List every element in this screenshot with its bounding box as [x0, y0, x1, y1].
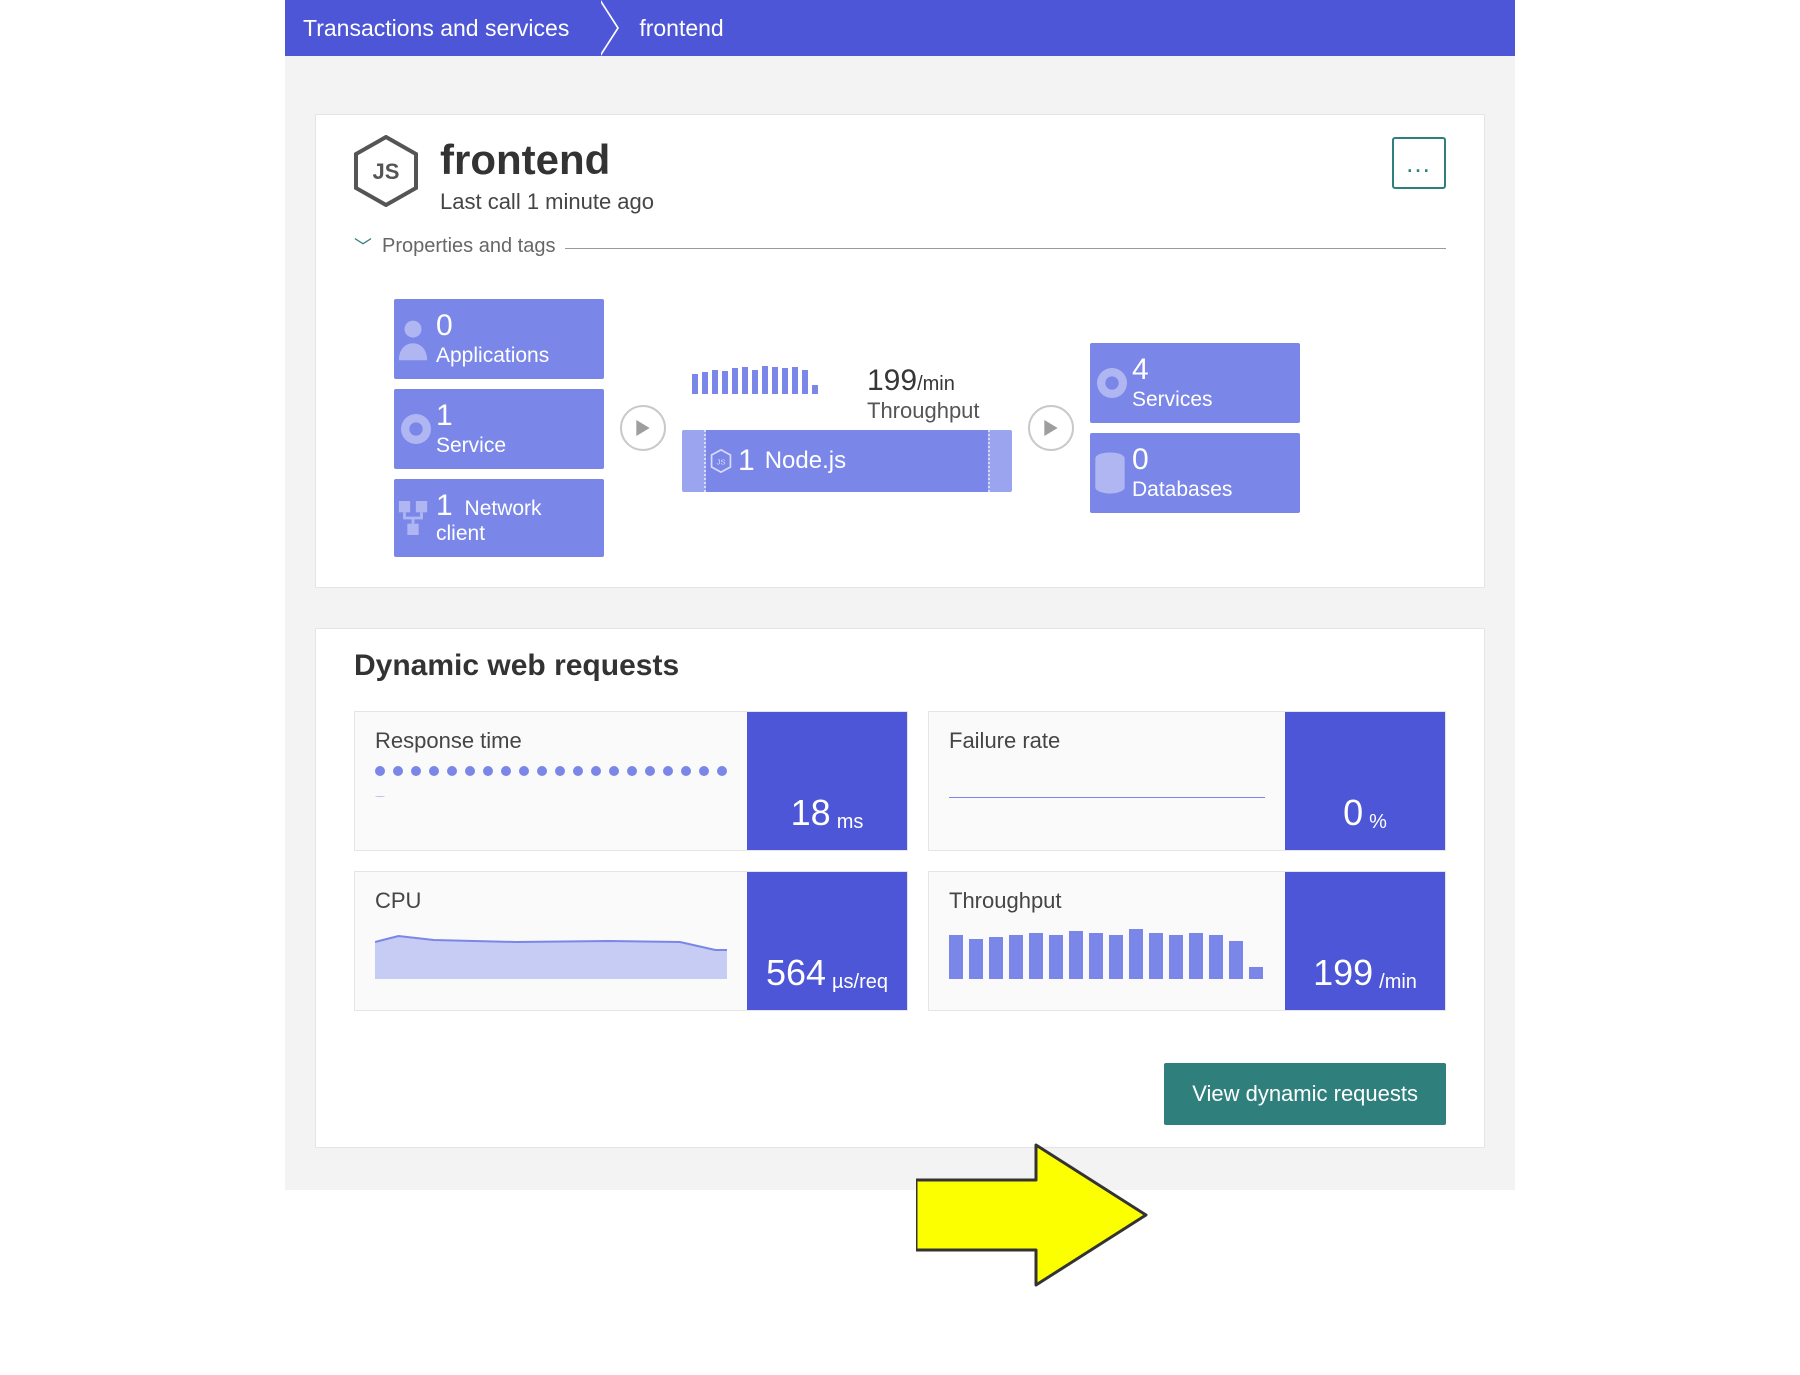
flow-count: 1: [436, 399, 588, 432]
svg-text:JS: JS: [373, 159, 400, 184]
metric-value: 18ms: [747, 712, 907, 850]
metric-card-cpu[interactable]: CPU 564µs/req: [354, 871, 908, 1011]
flow-card-service[interactable]: 1 Service: [394, 389, 604, 469]
chevron-down-icon: ﹀: [354, 233, 372, 259]
breadcrumb: Transactions and services frontend: [285, 0, 1515, 56]
flow-count: 1: [436, 489, 453, 522]
flow-node-bar[interactable]: JS 1 Node.js: [682, 430, 1012, 492]
gear-icon: [396, 409, 436, 449]
throughput-sparkline: [692, 364, 847, 394]
play-icon: [1043, 420, 1059, 436]
response-time-spark: [375, 766, 727, 826]
throughput-readout: 199/min Throughput: [867, 364, 980, 424]
flow-card-applications[interactable]: 0 Applications: [394, 299, 604, 379]
divider: [565, 248, 1446, 249]
view-dynamic-requests-button[interactable]: View dynamic requests: [1164, 1063, 1446, 1125]
more-actions-button[interactable]: …: [1392, 137, 1446, 189]
metric-value: 564µs/req: [747, 872, 907, 1010]
breadcrumb-root[interactable]: Transactions and services: [285, 0, 599, 56]
nodejs-icon: JS: [710, 449, 732, 473]
flow-count: 0: [1132, 443, 1284, 476]
metric-value: 199/min: [1285, 872, 1445, 1010]
database-icon: [1092, 451, 1128, 495]
failure-rate-spark: [949, 764, 1265, 824]
properties-label: Properties and tags: [382, 235, 555, 258]
nodejs-icon: JS: [354, 135, 418, 207]
flow-label: Service: [436, 434, 506, 457]
metric-value: 0%: [1285, 712, 1445, 850]
metric-label: Failure rate: [949, 728, 1265, 754]
service-flow: 0 Applications 1 Service 1 Network clien…: [354, 299, 1446, 557]
breadcrumb-leaf[interactable]: frontend: [599, 15, 723, 42]
metric-label: Response time: [375, 728, 727, 754]
metric-card-throughput[interactable]: Throughput 199/min: [928, 871, 1446, 1011]
page-subtitle: Last call 1 minute ago: [440, 189, 654, 215]
flow-card-databases[interactable]: 0 Databases: [1090, 433, 1300, 513]
flow-play-right[interactable]: [1028, 405, 1074, 451]
metric-card-failure-rate[interactable]: Failure rate 0%: [928, 711, 1446, 851]
service-header-panel: … JS frontend Last call 1 minute ago ﹀ P…: [315, 114, 1485, 588]
flow-play-left[interactable]: [620, 405, 666, 451]
gear-icon: [1092, 363, 1132, 403]
cpu-spark: [375, 924, 727, 984]
flow-card-network-client[interactable]: 1 Network client: [394, 479, 604, 557]
flow-label: Databases: [1132, 478, 1232, 501]
flow-card-services[interactable]: 4 Services: [1090, 343, 1300, 423]
dynamic-web-requests-panel: Dynamic web requests Response time 18ms …: [315, 628, 1485, 1148]
svg-text:JS: JS: [717, 458, 726, 467]
metric-label: Throughput: [949, 888, 1265, 914]
network-icon: [396, 498, 430, 538]
flow-count: 4: [1132, 353, 1284, 386]
flow-label: Services: [1132, 388, 1213, 411]
flow-count: 0: [436, 309, 588, 342]
user-icon: [396, 317, 430, 361]
play-icon: [635, 420, 651, 436]
section-title: Dynamic web requests: [354, 649, 1446, 683]
flow-label: Applications: [436, 344, 549, 367]
metric-label: CPU: [375, 888, 727, 914]
properties-toggle[interactable]: ﹀ Properties and tags: [354, 233, 1446, 259]
throughput-spark: [949, 924, 1265, 984]
metric-card-response-time[interactable]: Response time 18ms: [354, 711, 908, 851]
page-title: frontend: [440, 139, 654, 181]
